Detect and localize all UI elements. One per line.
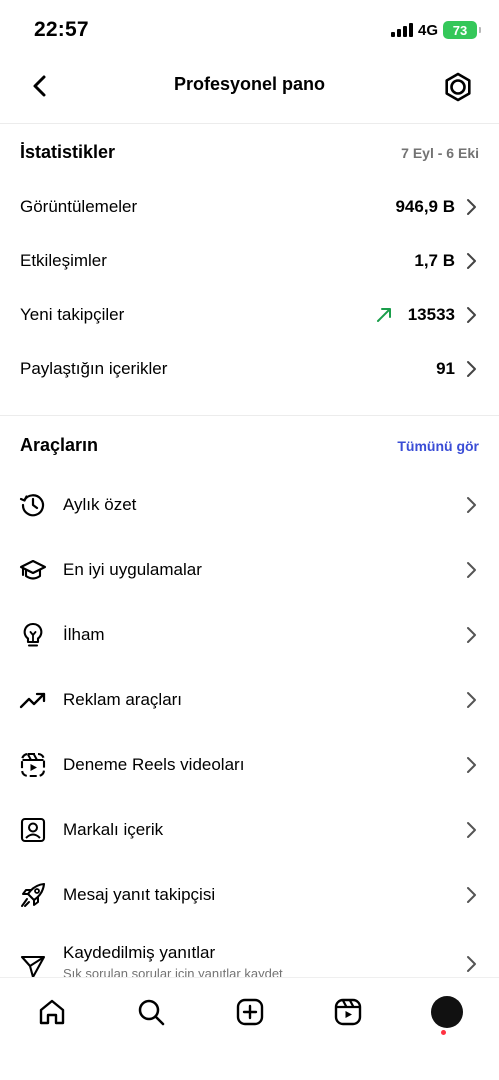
network-type: 4G <box>417 21 438 39</box>
tool-item-best-practices[interactable]: En iyi uygulamalar <box>18 545 479 595</box>
settings-button[interactable] <box>441 70 475 104</box>
tool-item-saved-replies[interactable]: Kaydedilmiş yanıtlar Sık sorulan sorular… <box>18 939 479 977</box>
top-header: Profesyonel pano <box>0 58 499 124</box>
chevron-right-icon <box>465 955 479 973</box>
tool-subtitle: Sık sorulan sorular için yanıtlar kaydet <box>63 966 283 977</box>
lightbulb-icon <box>18 620 48 650</box>
tool-label: İlham <box>63 625 105 644</box>
stat-label: Paylaştığın içerikler <box>20 359 168 378</box>
reels-draft-icon <box>18 750 48 780</box>
stat-value: 91 <box>436 359 455 378</box>
tool-item-branded-content[interactable]: Markalı içerik <box>18 805 479 855</box>
tool-label: Markalı içerik <box>63 820 164 839</box>
bottom-nav <box>0 977 499 1080</box>
status-bar: 22:57 4G 73 <box>0 0 499 58</box>
chevron-right-icon <box>465 626 479 644</box>
chevron-right-icon <box>465 252 479 270</box>
stat-value: 1,7 B <box>414 251 455 270</box>
insights-header: İstatistikler 7 Eyl - 6 Eki <box>20 142 479 163</box>
chevron-right-icon <box>465 198 479 216</box>
tool-label: Reklam araçları <box>63 690 183 709</box>
tools-section: Araçların Tümünü gör Aylık özet En iyi u… <box>0 417 499 977</box>
stat-label: Yeni takipçiler <box>20 305 125 324</box>
nav-search[interactable] <box>131 992 171 1032</box>
tool-label: En iyi uygulamalar <box>63 560 202 579</box>
tools-title: Araçların <box>20 435 99 455</box>
insights-section: İstatistikler 7 Eyl - 6 Eki Görüntülemel… <box>0 124 499 416</box>
branded-content-icon <box>18 815 48 845</box>
stat-row-content-shared[interactable]: Paylaştığın içerikler 91 <box>20 349 479 389</box>
stat-label: Etkileşimler <box>20 251 107 270</box>
rocket-icon <box>18 880 48 910</box>
plus-square-icon <box>236 998 264 1026</box>
avatar <box>431 996 463 1028</box>
history-icon <box>18 490 48 520</box>
chevron-right-icon <box>465 886 479 904</box>
send-icon <box>18 951 48 977</box>
tool-item-ad-tools[interactable]: Reklam araçları <box>18 675 479 725</box>
chevron-right-icon <box>465 360 479 378</box>
nav-profile[interactable] <box>427 992 467 1035</box>
status-time: 22:57 <box>34 18 89 41</box>
chevron-right-icon <box>465 561 479 579</box>
notification-dot <box>441 1030 446 1035</box>
chevron-right-icon <box>465 306 479 324</box>
battery-level: 73 <box>452 22 468 38</box>
trending-up-icon <box>18 685 48 715</box>
page-title: Profesyonel pano <box>173 74 326 94</box>
status-indicators: 4G 73 <box>390 21 481 39</box>
chevron-right-icon <box>465 821 479 839</box>
tool-label: Mesaj yanıt takipçisi <box>63 885 216 904</box>
insights-title: İstatistikler <box>20 142 116 162</box>
chevron-right-icon <box>465 691 479 709</box>
gear-icon <box>445 72 471 102</box>
tool-item-monthly-recap[interactable]: Aylık özet <box>18 480 479 530</box>
tool-label: Aylık özet <box>63 495 137 514</box>
stat-row-new-followers[interactable]: Yeni takipçiler 13533 <box>20 295 479 335</box>
stat-row-views[interactable]: Görüntülemeler 946,9 B <box>20 187 479 227</box>
home-icon <box>39 999 65 1025</box>
tool-item-message-response-tracker[interactable]: Mesaj yanıt takipçisi <box>18 870 479 920</box>
tool-item-trial-reels[interactable]: Deneme Reels videoları <box>18 740 479 790</box>
nav-reels[interactable] <box>328 992 368 1032</box>
chevron-right-icon <box>465 756 479 774</box>
trend-up-icon <box>376 307 392 323</box>
stat-label: Görüntülemeler <box>20 197 138 216</box>
battery-icon: 73 <box>443 21 481 39</box>
reels-icon <box>334 998 362 1026</box>
stat-value: 946,9 B <box>395 197 455 216</box>
nav-home[interactable] <box>32 992 72 1032</box>
chevron-right-icon <box>465 496 479 514</box>
tool-label: Kaydedilmiş yanıtlar <box>63 943 216 962</box>
date-range[interactable]: 7 Eyl - 6 Eki <box>401 145 479 161</box>
graduation-cap-icon <box>18 555 48 585</box>
see-all-link[interactable]: Tümünü gör <box>397 438 479 454</box>
stat-row-interactions[interactable]: Etkileşimler 1,7 B <box>20 241 479 281</box>
stat-value: 13533 <box>407 305 455 324</box>
signal-icon <box>390 23 413 37</box>
tools-header: Araçların Tümünü gör <box>20 435 479 456</box>
nav-create[interactable] <box>230 992 270 1032</box>
tool-item-inspiration[interactable]: İlham <box>18 610 479 660</box>
search-icon <box>138 999 165 1026</box>
tool-label: Deneme Reels videoları <box>63 755 245 774</box>
